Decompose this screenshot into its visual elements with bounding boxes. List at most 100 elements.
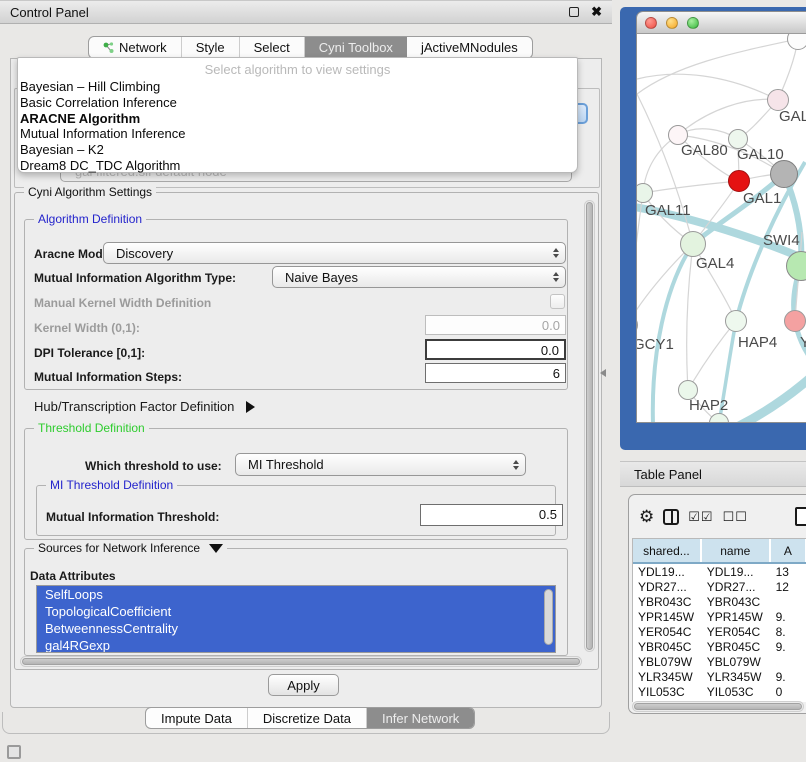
column-header[interactable]: shared... (633, 539, 702, 562)
network-window-titlebar[interactable] (637, 12, 806, 34)
node-label: GAL10 (737, 146, 784, 163)
table-row[interactable]: YBR045CYBR045C9. (633, 639, 806, 654)
table-panel-titlebar[interactable]: Table Panel (620, 461, 806, 487)
apply-button[interactable]: Apply (268, 674, 339, 696)
network-node-y[interactable] (784, 310, 806, 332)
table-horizontal-scrollbar[interactable] (632, 701, 804, 712)
mi-algorithm-type-select[interactable]: Naive Bayes (272, 266, 566, 288)
data-attributes-list[interactable]: SelfLoopsTopologicalCoefficientBetweenne… (36, 585, 556, 653)
network-canvas[interactable]: GAL7GAL80GAL10GAL1GAL11GAL4SWI4HAP4YGCY1… (637, 34, 806, 423)
hub-definition-expander[interactable]: Hub/Transcription Factor Definition (34, 399, 255, 414)
node-label: HAP4 (738, 334, 777, 351)
attribute-list-scrollbar[interactable] (544, 589, 553, 645)
data-attribute-item[interactable]: gal4RGexp (37, 637, 555, 653)
algorithm-option[interactable]: Bayesian – Hill Climbing (18, 79, 577, 95)
table-row[interactable]: YER054CYER054C8. (633, 624, 806, 639)
table-cell: YLR345W (633, 669, 702, 684)
algorithm-definition-title: Algorithm Definition (34, 212, 146, 226)
table-row[interactable]: YBL079WYBL079W (633, 654, 806, 669)
algorithm-option[interactable]: Dream8 DC_TDC Algorithm (18, 158, 577, 174)
table-row[interactable]: YIL053CYIL053C0 (633, 684, 806, 699)
gear-icon[interactable]: ⚙ (639, 508, 654, 526)
close-traffic-light-icon[interactable] (645, 17, 657, 29)
deselect-all-checkboxes-icon[interactable]: ☐☐ (723, 509, 748, 525)
tab-select[interactable]: Select (240, 37, 305, 58)
table-row[interactable]: YDR27...YDR27...12 (633, 579, 806, 594)
float-window-icon[interactable] (569, 7, 579, 17)
bottom-tab-impute-data[interactable]: Impute Data (146, 708, 248, 728)
settings-vertical-scrollbar[interactable] (584, 200, 595, 652)
mi-steps-label: Mutual Information Steps: (34, 370, 182, 384)
node-label: GCY1 (637, 336, 674, 353)
tab-label: Cyni Toolbox (319, 40, 393, 55)
tab-label: Style (196, 40, 225, 55)
table-row[interactable]: YPR145WYPR145W9. (633, 609, 806, 624)
mi-threshold-value: 0.5 (539, 507, 557, 522)
cyni-algorithm-settings-title: Cyni Algorithm Settings (24, 185, 156, 199)
algorithm-option[interactable]: Bayesian – K2 (18, 142, 577, 158)
tab-jactivemnodules[interactable]: jActiveMNodules (407, 37, 532, 58)
expanded-arrow-icon[interactable] (209, 544, 223, 553)
control-panel-titlebar[interactable]: Control Panel ✖ (0, 0, 612, 24)
table-toolbar: ⚙ ☑☑ ☐☐ (629, 503, 806, 531)
algorithm-option[interactable]: Mutual Information Inference (18, 126, 577, 142)
table-panel-title: Table Panel (634, 467, 702, 482)
table-row[interactable]: YLR345WYLR345W9. (633, 669, 806, 684)
data-attribute-item[interactable]: BetweennessCentrality (37, 620, 555, 637)
sources-group-title[interactable]: Sources for Network Inference (34, 541, 227, 555)
mi-steps-value: 6 (553, 366, 560, 381)
which-threshold-value: MI Threshold (236, 457, 507, 472)
table-cell: YDL19... (702, 564, 771, 579)
network-node-gal1[interactable] (728, 170, 750, 192)
tab-cyni-toolbox[interactable]: Cyni Toolbox (305, 37, 407, 58)
table-cell: YIL053C (702, 684, 771, 699)
bottom-tab-infer-network[interactable]: Infer Network (367, 708, 474, 728)
network-window[interactable]: GAL7GAL80GAL10GAL1GAL11GAL4SWI4HAP4YGCY1… (636, 11, 806, 423)
manual-kernel-width-checkbox[interactable] (550, 294, 565, 309)
settings-horizontal-scrollbar[interactable] (20, 656, 582, 667)
node-label: HAP2 (689, 397, 728, 414)
column-header[interactable]: A (771, 539, 806, 562)
control-panel-title: Control Panel (10, 5, 89, 20)
minimize-traffic-light-icon[interactable] (666, 17, 678, 29)
table-window: ⚙ ☑☑ ☐☐ shared...nameA YDL19...YDL19...1… (628, 494, 806, 714)
algorithm-option[interactable]: ARACNE Algorithm (18, 111, 577, 127)
table-cell: 0 (771, 684, 806, 699)
split-divider-arrow-icon[interactable] (600, 369, 606, 377)
mi-threshold-label: Mutual Information Threshold: (46, 510, 219, 524)
table-function-icon[interactable] (795, 507, 806, 526)
network-node[interactable] (770, 160, 798, 188)
table-row[interactable]: YDL19...YDL19...13 (633, 564, 806, 579)
data-attribute-item[interactable]: SelfLoops (37, 586, 555, 603)
threshold-definition-title: Threshold Definition (34, 421, 149, 435)
sources-title-text: Sources for Network Inference (38, 541, 200, 555)
columns-icon[interactable] (663, 509, 679, 525)
table-cell: YBR045C (702, 639, 771, 654)
mi-steps-field[interactable]: 6 (425, 363, 566, 383)
tab-style[interactable]: Style (182, 37, 240, 58)
table-row[interactable]: YBR043CYBR043C (633, 594, 806, 609)
table-cell: YIL053C (633, 684, 702, 699)
mi-threshold-field[interactable]: 0.5 (420, 504, 563, 526)
tab-network[interactable]: Network (89, 37, 182, 58)
table-cell: YDR27... (702, 579, 771, 594)
select-all-checkboxes-icon[interactable]: ☑☑ (688, 509, 713, 525)
tab-label: Network (119, 40, 167, 55)
data-attribute-item[interactable]: TopologicalCoefficient (37, 603, 555, 620)
network-node-gal4[interactable] (680, 231, 706, 257)
aracne-mode-select[interactable]: Discovery (103, 242, 566, 264)
dpi-tolerance-field[interactable]: 0.0 (425, 339, 566, 360)
network-node-hap4[interactable] (725, 310, 747, 332)
zoom-traffic-light-icon[interactable] (687, 17, 699, 29)
table-cell: YBL079W (702, 654, 771, 669)
node-label: GAL4 (696, 255, 734, 272)
bottom-tab-discretize-data[interactable]: Discretize Data (248, 708, 367, 728)
which-threshold-select[interactable]: MI Threshold (235, 453, 526, 476)
close-icon[interactable]: ✖ (591, 7, 602, 17)
table-cell: 9. (771, 639, 806, 654)
collapsed-arrow-icon[interactable] (246, 401, 255, 413)
algorithm-option[interactable]: Basic Correlation Inference (18, 95, 577, 111)
table-cell: 8. (771, 624, 806, 639)
minimized-panel-icon[interactable] (7, 745, 21, 759)
column-header[interactable]: name (702, 539, 771, 562)
